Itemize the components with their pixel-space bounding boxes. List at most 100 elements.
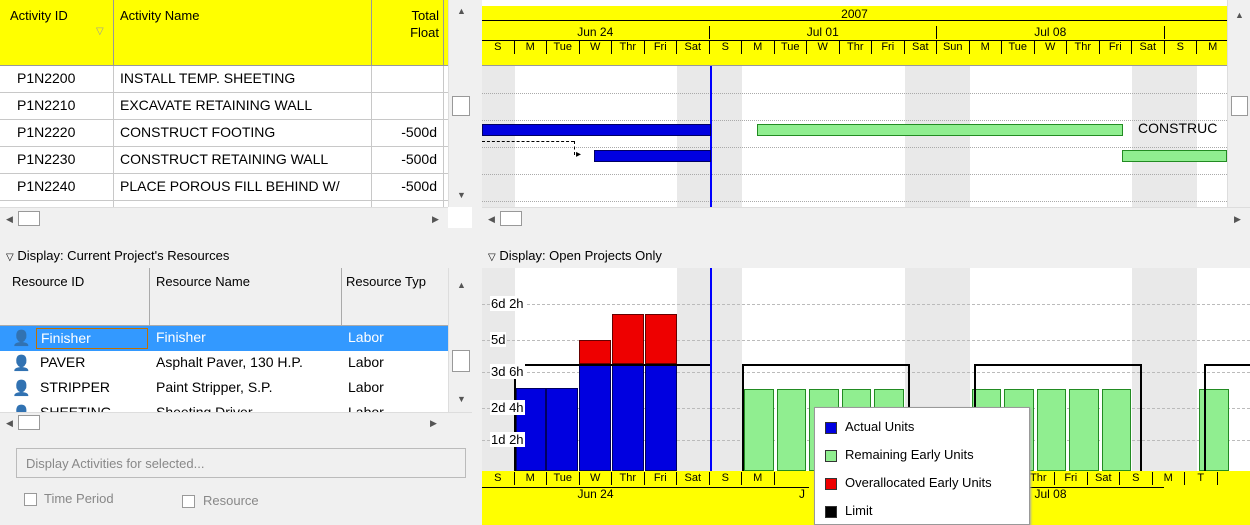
remaining-bar-footing[interactable]: [757, 124, 1123, 136]
resources-scroll-up-icon[interactable]: ▲: [457, 280, 466, 290]
profile-bottom-day: S: [1120, 472, 1153, 485]
resources-vscroll-thumb[interactable]: [452, 350, 470, 372]
resource-type: Labor: [348, 329, 384, 345]
legend-label-limit: Limit: [845, 503, 873, 518]
remaining-bar-retaining-wall[interactable]: [1122, 150, 1227, 162]
activity-name: CONSTRUCT RETAINING WALL: [114, 147, 372, 174]
resources-hscroll-thumb[interactable]: [18, 415, 40, 430]
weekend-shade: [677, 66, 710, 207]
activity-row[interactable]: P1N2240 PLACE POROUS FILL BEHIND W/-500d: [0, 174, 448, 201]
gantt-scroll-left-icon[interactable]: ◀: [488, 214, 495, 224]
overallocated-units-bar[interactable]: [612, 314, 644, 364]
person-icon: 👤: [12, 380, 31, 397]
gantt-hscroll[interactable]: ◀ ▶: [482, 207, 1250, 228]
profile-gridline: [482, 304, 1250, 305]
gantt-scroll-up-icon[interactable]: ▲: [1235, 10, 1244, 20]
dependency-arrow-icon: ▸: [576, 149, 582, 160]
timescale-day: Fri: [644, 40, 677, 54]
actual-units-bar[interactable]: [579, 364, 611, 471]
profile-bottom-day: M: [1153, 472, 1185, 485]
legend-swatch-actual: [825, 422, 837, 434]
timescale-day: Sat: [1132, 40, 1165, 54]
legend-swatch-overallocated: [825, 478, 837, 490]
resource-row[interactable]: 👤 PAVER Asphalt Paver, 130 H.P. Labor: [0, 351, 448, 376]
activity-row[interactable]: P1N2230 CONSTRUCT RETAINING WALL -500d: [0, 147, 448, 174]
timescale-day: Thr: [839, 40, 872, 54]
activity-grid-vscroll[interactable]: ▲ ▼: [448, 0, 472, 207]
col-header-total-float-label-2: Float: [410, 25, 439, 40]
resource-id: Finisher: [36, 328, 148, 349]
remaining-units-bar[interactable]: [744, 389, 774, 471]
activity-row[interactable]: P1N2200 INSTALL TEMP. SHEETING: [0, 66, 448, 93]
display-activities-button[interactable]: Display Activities for selected...: [16, 448, 466, 478]
scroll-down-icon[interactable]: ▼: [457, 190, 466, 200]
remaining-units-bar[interactable]: [776, 389, 806, 471]
col-header-activity-name[interactable]: Activity Name: [114, 0, 372, 66]
timescale-day: Sat: [677, 40, 710, 54]
remaining-units-bar[interactable]: [1069, 389, 1099, 471]
actual-bar-footing[interactable]: [482, 124, 711, 136]
limit-line: [1204, 364, 1250, 366]
col-header-total-float[interactable]: Total Float: [372, 0, 444, 66]
activity-grid-hscroll-thumb[interactable]: [18, 211, 40, 226]
actual-units-bar[interactable]: [612, 364, 644, 471]
actual-units-bar[interactable]: [645, 364, 677, 471]
sort-triangle-icon: ▽: [96, 26, 104, 37]
gantt-vscroll[interactable]: ▲: [1227, 0, 1250, 207]
profile-bottom-day: W: [580, 472, 612, 485]
limit-line: [1204, 364, 1206, 471]
profile-bottom-day: S: [710, 472, 742, 485]
gantt-bar-label: CONSTRUC: [1138, 120, 1218, 136]
col-header-resource-name-label: Resource Name: [156, 274, 250, 289]
time-period-checkbox[interactable]: [24, 493, 37, 506]
limit-line: [1140, 364, 1142, 471]
horizontal-splitter[interactable]: [0, 228, 1250, 244]
vertical-splitter-top[interactable]: [472, 0, 482, 228]
col-header-resource-type[interactable]: Resource Typ: [342, 268, 448, 326]
resources-scroll-down-icon[interactable]: ▼: [457, 394, 466, 404]
timescale-day: Sun: [937, 40, 970, 54]
overallocated-units-bar[interactable]: [579, 340, 611, 364]
activity-grid-vscroll-thumb[interactable]: [452, 96, 470, 116]
profile-bottom-day: T: [1185, 472, 1218, 485]
resources-vscroll[interactable]: ▲ ▼: [448, 268, 472, 412]
remaining-units-bar[interactable]: [1101, 389, 1131, 471]
scroll-left-icon[interactable]: ◀: [6, 214, 13, 224]
weekend-shade: [709, 66, 742, 207]
resource-row[interactable]: 👤 Finisher Finisher Labor: [0, 326, 448, 351]
resources-scroll-right-icon[interactable]: ▶: [430, 418, 437, 428]
profile-display-menu[interactable]: ▽ Display: Open Projects Only: [488, 248, 662, 266]
gantt-row-line: [482, 93, 1227, 94]
actual-units-bar[interactable]: [546, 388, 578, 471]
resources-scroll-left-icon[interactable]: ◀: [6, 418, 13, 428]
timescale-day: Tue: [1002, 40, 1035, 54]
overallocated-units-bar[interactable]: [645, 314, 677, 364]
resources-hscroll[interactable]: ◀ ▶: [0, 412, 472, 432]
gantt-hscroll-thumb[interactable]: [500, 211, 522, 226]
data-date-line: [710, 66, 712, 207]
activity-row[interactable]: P1N2220 CONSTRUCT FOOTING -500d: [0, 120, 448, 147]
activity-name: PLACE POROUS FILL BEHIND W/: [114, 174, 372, 201]
gantt-chart: 2007 Jun 24 Jul 01 Jul 08 S M Tue W Thr Fri Sat S…: [482, 0, 1250, 228]
activity-row[interactable]: P1N2210 EXCAVATE RETAINING WALL: [0, 93, 448, 120]
actual-bar-retaining-wall[interactable]: [594, 150, 711, 162]
col-header-activity-id[interactable]: Activity ID ▽: [0, 0, 114, 66]
legend-label-overallocated: Overallocated Early Units: [845, 475, 992, 490]
scroll-right-icon[interactable]: ▶: [432, 214, 439, 224]
scroll-up-icon[interactable]: ▲: [457, 6, 466, 16]
activity-grid-hscroll[interactable]: ◀ ▶: [0, 207, 448, 228]
col-header-resource-name[interactable]: Resource Name: [150, 268, 342, 326]
resource-row[interactable]: 👤 STRIPPER Paint Stripper, S.P. Labor: [0, 376, 448, 401]
gantt-vscroll-thumb[interactable]: [1231, 96, 1248, 116]
gantt-scroll-right-icon[interactable]: ▶: [1234, 214, 1241, 224]
remaining-units-bar[interactable]: [1036, 389, 1066, 471]
vertical-splitter-bottom[interactable]: [472, 244, 482, 525]
resources-display-menu[interactable]: ▽ Display: Current Project's Resources: [6, 248, 229, 266]
timescale-day: S: [482, 40, 515, 54]
resource-checkbox[interactable]: [182, 495, 195, 508]
timescale-day: Fri: [872, 40, 905, 54]
profile-bottom-day: Sat: [1088, 472, 1120, 485]
time-period-label: Time Period: [44, 491, 114, 506]
timescale-day: Tue: [774, 40, 807, 54]
col-header-resource-id[interactable]: Resource ID: [0, 268, 150, 326]
